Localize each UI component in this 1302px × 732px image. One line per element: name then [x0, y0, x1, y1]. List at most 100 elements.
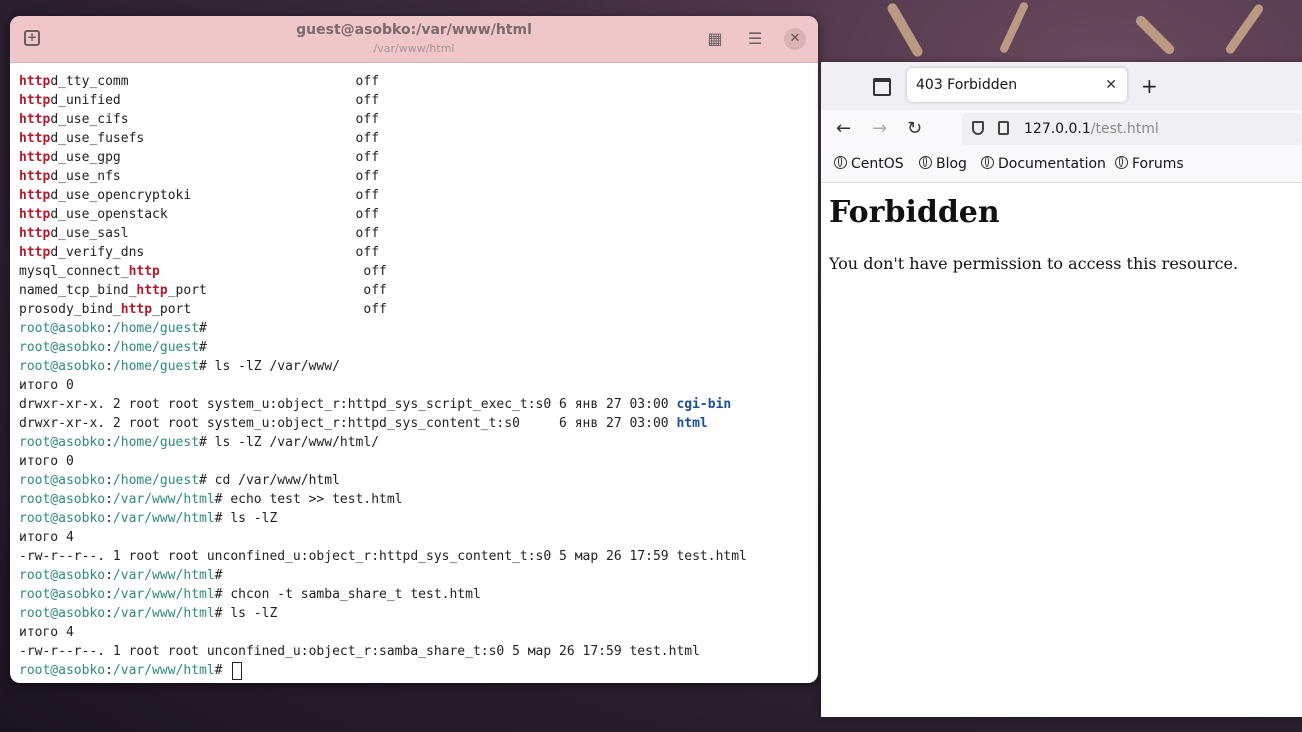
- tab-title: 403 Forbidden: [916, 77, 1018, 93]
- url-text[interactable]: 127.0.0.1/test.html: [1024, 113, 1159, 145]
- terminal-line: drwxr-xr-x. 2 root root system_u:object_…: [19, 395, 818, 414]
- terminal-output[interactable]: httpd_tty_comm off httpd_unified off httpd…: [19, 72, 818, 680]
- prompt-text: /var/www/html: [112, 492, 215, 507]
- match-highlight: http: [19, 169, 51, 184]
- match-highlight: http: [19, 207, 51, 222]
- prompt-text: /var/www/html: [112, 511, 215, 526]
- tab-active[interactable]: 403 Forbidden ✕: [907, 68, 1127, 102]
- terminal-line: root@asobko:/home/guest# ls -lZ /var/www…: [19, 433, 818, 452]
- shield-icon[interactable]: [972, 121, 984, 135]
- tab-bar: 403 Forbidden ✕ +: [821, 62, 1302, 110]
- tab-list-icon[interactable]: [873, 78, 891, 96]
- output-text: off: [159, 264, 387, 279]
- output-text: prosody_bind_: [19, 302, 121, 317]
- bookmarks-bar: CentOS Blog Documentation Forums: [821, 148, 1302, 183]
- terminal-header[interactable]: + guest@asobko:/var/www/html /var/www/ht…: [10, 16, 818, 63]
- output-text: # chcon -t samba_share_t test.html: [214, 587, 481, 602]
- output-text: d_verify_dns off: [50, 245, 380, 260]
- bookmark-label: Blog: [936, 156, 967, 172]
- new-tab-button[interactable]: +: [1141, 74, 1158, 98]
- terminal-line: httpd_tty_comm off: [19, 72, 818, 91]
- output-text: d_unified off: [50, 93, 380, 108]
- output-text: итого 0: [19, 378, 74, 393]
- bookmark-blog[interactable]: Blog: [919, 156, 967, 172]
- terminal-line: httpd_use_fusefs off: [19, 129, 818, 148]
- prompt-text: root@asobko: [19, 606, 106, 621]
- terminal-line: httpd_use_sasl off: [19, 224, 818, 243]
- wallpaper-branch: [885, 1, 925, 59]
- prompt-text: root@asobko: [19, 321, 106, 336]
- browser-window[interactable]: 403 Forbidden ✕ + ← → ↻ 127.0.0.1/test.h…: [821, 62, 1302, 717]
- terminal-line: root@asobko:/var/www/html# ls -lZ: [19, 604, 818, 623]
- reload-icon[interactable]: ↻: [907, 118, 922, 139]
- prompt-text: root@asobko: [19, 568, 106, 583]
- prompt-text: /home/guest: [112, 473, 200, 488]
- output-text: #: [199, 340, 207, 355]
- output-text: named_tcp_bind_: [19, 283, 137, 298]
- output-text: mysql_connect_: [19, 264, 129, 279]
- globe-icon: [1115, 156, 1128, 169]
- globe-icon: [919, 156, 932, 169]
- prompt-text: root@asobko: [19, 663, 106, 678]
- nav-bar: ← → ↻ 127.0.0.1/test.html: [821, 110, 1302, 148]
- terminal-line: httpd_use_openstack off: [19, 205, 818, 224]
- prompt-text: /var/www/html: [112, 606, 215, 621]
- output-text: # ls -lZ: [214, 511, 278, 526]
- url-bar[interactable]: 127.0.0.1/test.html: [962, 113, 1302, 145]
- close-button[interactable]: ✕: [784, 28, 806, 50]
- overview-grid-icon[interactable]: ▦: [706, 30, 724, 48]
- prompt-text: root@asobko: [19, 473, 106, 488]
- output-text: :: [105, 606, 113, 621]
- forward-arrow-icon[interactable]: →: [872, 118, 887, 139]
- output-text: #: [199, 321, 207, 336]
- output-text: :: [105, 435, 113, 450]
- terminal-window[interactable]: + guest@asobko:/var/www/html /var/www/ht…: [10, 16, 818, 683]
- terminal-line: httpd_use_nfs off: [19, 167, 818, 186]
- page-info-icon[interactable]: [998, 121, 1009, 135]
- output-text: #: [214, 663, 231, 678]
- page-content: Forbidden You don't have permission to a…: [821, 183, 1302, 285]
- output-text: -rw-r--r--. 1 root root unconfined_u:obj…: [19, 644, 700, 659]
- prompt-text: root@asobko: [19, 587, 106, 602]
- prompt-text: root@asobko: [19, 492, 106, 507]
- output-text: #: [214, 568, 223, 583]
- terminal-line: -rw-r--r--. 1 root root unconfined_u:obj…: [19, 547, 818, 566]
- terminal-line: итого 4: [19, 528, 818, 547]
- page-message: You don't have permission to access this…: [829, 254, 1239, 273]
- wallpaper-branch: [998, 0, 1030, 55]
- output-text: _port off: [167, 283, 387, 298]
- url-path: /test.html: [1090, 121, 1159, 137]
- prompt-text: /var/www/html: [112, 663, 215, 678]
- hamburger-menu-icon[interactable]: ☰: [746, 30, 764, 48]
- output-text: :: [105, 587, 113, 602]
- terminal-line: root@asobko:/var/www/html# chcon -t samb…: [19, 585, 818, 604]
- match-highlight: http: [120, 302, 153, 317]
- page-heading: Forbidden: [829, 195, 1000, 230]
- bookmark-centos[interactable]: CentOS: [834, 156, 904, 172]
- url-host: 127.0.0.1: [1024, 121, 1091, 137]
- tab-close-icon[interactable]: ✕: [1105, 68, 1117, 102]
- output-text: :: [105, 321, 113, 336]
- prompt-text: root@asobko: [19, 340, 106, 355]
- prompt-text: /home/guest: [112, 359, 200, 374]
- bookmark-documentation[interactable]: Documentation: [981, 156, 1106, 172]
- prompt-text: /home/guest: [112, 321, 200, 336]
- terminal-line: итого 0: [19, 376, 818, 395]
- terminal-line: drwxr-xr-x. 2 root root system_u:object_…: [19, 414, 818, 433]
- bookmark-forums[interactable]: Forums: [1115, 156, 1184, 172]
- output-text: d_use_sasl off: [50, 226, 380, 241]
- output-text: d_use_nfs off: [50, 169, 380, 184]
- terminal-line: mysql_connect_http off: [19, 262, 818, 281]
- prompt-text: root@asobko: [19, 359, 106, 374]
- directory-name: cgi-bin: [676, 397, 732, 412]
- back-arrow-icon[interactable]: ←: [836, 118, 851, 139]
- bookmark-label: Forums: [1132, 156, 1184, 172]
- output-text: drwxr-xr-x. 2 root root system_u:object_…: [19, 416, 677, 431]
- terminal-line: root@asobko:/home/guest#: [19, 338, 818, 357]
- match-highlight: http: [19, 245, 51, 260]
- terminal-title: guest@asobko:/var/www/html: [296, 22, 532, 38]
- wallpaper-branch: [1224, 2, 1265, 56]
- output-text: d_use_fusefs off: [50, 131, 380, 146]
- output-text: _port off: [152, 302, 387, 317]
- terminal-subtitle: /var/www/html: [373, 42, 455, 55]
